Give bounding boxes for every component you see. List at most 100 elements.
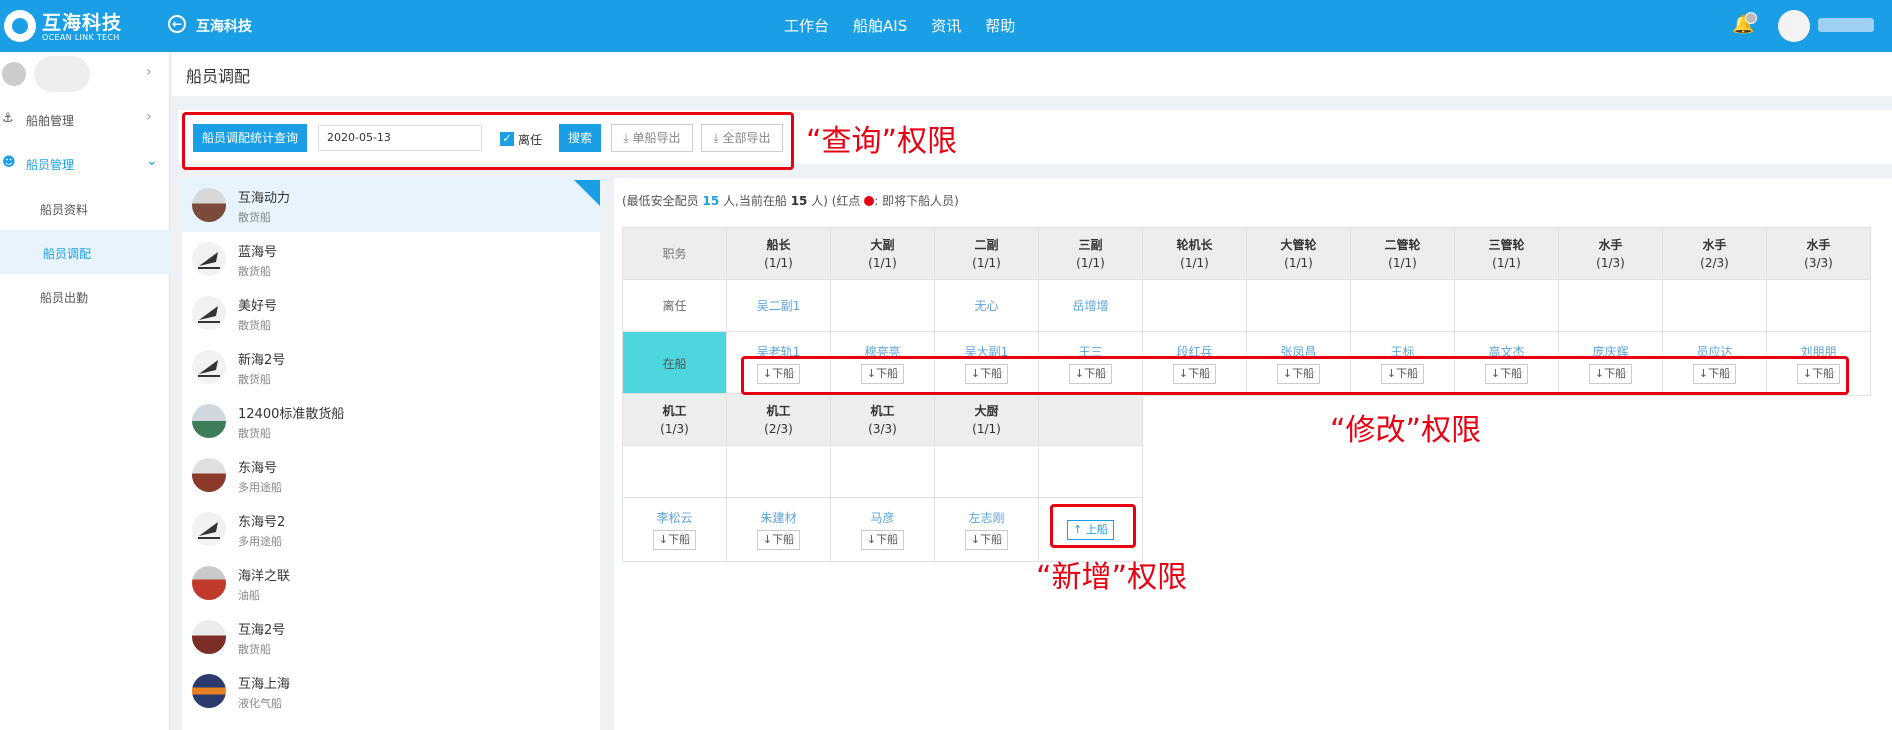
sidebar-item-crew-management[interactable]: ☻ 船员管理 ⌄ — [0, 142, 170, 186]
ship-name: 东海号2 — [238, 515, 286, 530]
user-avatar[interactable] — [1778, 10, 1810, 42]
logo[interactable]: 互海科技 OCEAN LINK TECH — [4, 6, 134, 46]
onboard-cell: 李松云 ↓下船 — [622, 497, 727, 562]
sidebar-subitem-crew-attendance[interactable]: 船员出勤 — [0, 274, 170, 318]
selected-corner-marker — [574, 180, 600, 206]
onboard-cell: 左志刚 ↓下船 — [934, 497, 1039, 562]
position-title: 大厨 — [974, 403, 999, 418]
leaving-cell — [1766, 279, 1871, 332]
position-count: (2/3) — [764, 421, 793, 436]
position-title: 三管轮 — [1488, 237, 1525, 252]
onboard-crew-name[interactable]: 李松云 — [624, 510, 726, 526]
leaving-crew-name[interactable]: 无心 — [936, 298, 1038, 314]
empty-leaving-cell — [1038, 445, 1143, 498]
nav-item-workbench[interactable]: 工作台 — [784, 15, 829, 36]
anchor-icon: ⚓ — [2, 111, 14, 126]
position-header: 机工 (3/3) — [830, 393, 935, 446]
position-title: 三副 — [1078, 237, 1103, 252]
position-count: (1/1) — [1180, 255, 1209, 270]
position-count: (1/1) — [972, 255, 1001, 270]
ship-type: 多用途船 — [238, 481, 282, 494]
ship-type: 散货船 — [238, 319, 271, 332]
leaving-crew-name[interactable]: 吴二副1 — [728, 298, 830, 314]
ship-item[interactable]: 东海号2 多用途船 — [182, 502, 600, 556]
ship-thumbnail — [192, 188, 226, 222]
ship-type: 散货船 — [238, 643, 271, 656]
ship-item[interactable]: 互海上海 液化气船 — [182, 664, 600, 718]
disembark-label: 下船 — [876, 532, 899, 546]
summary-suffix-b: : 即将下船人员) — [874, 194, 959, 208]
leaving-crew-name[interactable]: 岳增增 — [1040, 298, 1142, 314]
position-count: (3/3) — [868, 421, 897, 436]
ship-item[interactable]: 蓝海号 散货船 — [182, 232, 600, 286]
ship-item[interactable]: 美好号 散货船 — [182, 286, 600, 340]
leaving-cell — [1454, 279, 1559, 332]
ship-item[interactable]: 东海号 多用途船 — [182, 448, 600, 502]
sidebar: › ⚓ 船舶管理 › ☻ 船员管理 ⌄ 船员资料 船员调配 船员出勤 — [0, 52, 170, 730]
ship-type: 多用途船 — [238, 535, 282, 548]
ship-thumbnail — [192, 458, 226, 492]
arrow-down-icon: ↓ — [762, 532, 773, 546]
ship-type: 油船 — [238, 589, 260, 602]
leaving-cell — [726, 445, 831, 498]
disembark-button[interactable]: ↓下船 — [964, 529, 1009, 550]
nav-item-ship-ais[interactable]: 船舶AIS — [853, 15, 907, 36]
position-count: (2/3) — [1700, 255, 1729, 270]
position-count: (1/3) — [660, 421, 689, 436]
disembark-button[interactable]: ↓下船 — [756, 529, 801, 550]
onboard-crew-name[interactable]: 马彦 — [832, 510, 934, 526]
position-title: 水手 — [1702, 237, 1727, 252]
sidebar-subitem-crew-info[interactable]: 船员资料 — [0, 186, 170, 230]
leaving-cell — [830, 445, 935, 498]
current-crew-count: 15 — [790, 194, 808, 208]
position-title: 轮机长 — [1176, 237, 1213, 252]
position-header: 机工 (1/3) — [622, 393, 727, 446]
ship-name: 海洋之联 — [238, 569, 291, 584]
ship-thumbnail — [192, 566, 226, 600]
leaving-cell — [1558, 279, 1663, 332]
ship-name: 新海2号 — [238, 353, 286, 368]
ship-item[interactable]: 海洋之联 油船 — [182, 556, 600, 610]
nav-item-help[interactable]: 帮助 — [985, 15, 1015, 36]
disembark-label: 下船 — [772, 532, 795, 546]
sidebar-subitem-crew-dispatch[interactable]: 船员调配 — [0, 230, 170, 274]
summary-prefix: (最低安全配员 — [622, 194, 699, 208]
position-header: 船长 (1/1) — [726, 227, 831, 280]
disembark-button[interactable]: ↓下船 — [860, 529, 905, 550]
disembark-button[interactable]: ↓下船 — [652, 529, 697, 550]
back-arrow-icon[interactable]: ← — [168, 15, 186, 33]
disembark-label: 下船 — [980, 532, 1003, 546]
leaving-cell — [1246, 279, 1351, 332]
sidebar-user[interactable]: › — [0, 52, 170, 98]
onboard-row-label: 在船 — [622, 331, 727, 396]
summary-suffix-a: 人) (红点 — [811, 194, 861, 208]
onboard-crew-name[interactable]: 朱建材 — [728, 510, 830, 526]
ship-item[interactable]: 新海2号 散货船 — [182, 340, 600, 394]
ship-placeholder-icon — [192, 512, 226, 546]
ship-item[interactable]: 互海2号 散货船 — [182, 610, 600, 664]
position-header: 三副 (1/1) — [1038, 227, 1143, 280]
ship-item[interactable]: 互海动力 散货船 — [182, 178, 600, 232]
username-blurred[interactable] — [1818, 18, 1874, 32]
leaving-cell: 无心 — [934, 279, 1039, 332]
summary-mid: 人,当前在船 — [723, 194, 787, 208]
nav-item-news[interactable]: 资讯 — [931, 15, 961, 36]
position-title: 水手 — [1598, 237, 1623, 252]
sidebar-item-ship-management[interactable]: ⚓ 船舶管理 › — [0, 98, 170, 142]
company-name[interactable]: 互海科技 — [196, 16, 252, 36]
sidebar-subitem-label: 船员出勤 — [40, 291, 89, 305]
position-title: 机工 — [766, 403, 791, 418]
ship-thumbnail — [192, 620, 226, 654]
ship-type: 散货船 — [238, 373, 271, 386]
leaving-cell — [1350, 279, 1455, 332]
ship-item[interactable]: 12400标准散货船 散货船 — [182, 394, 600, 448]
ship-type: 散货船 — [238, 211, 271, 224]
position-header: 二副 (1/1) — [934, 227, 1039, 280]
sidebar-item-label: 船舶管理 — [26, 114, 75, 128]
position-header: 水手 (3/3) — [1766, 227, 1871, 280]
modify-annotation-label: “修改”权限 — [1330, 413, 1482, 448]
ship-placeholder-icon — [192, 242, 226, 276]
onboard-crew-name[interactable]: 左志刚 — [936, 510, 1038, 526]
add-annotation-box — [1050, 504, 1136, 548]
leaving-cell — [1662, 279, 1767, 332]
